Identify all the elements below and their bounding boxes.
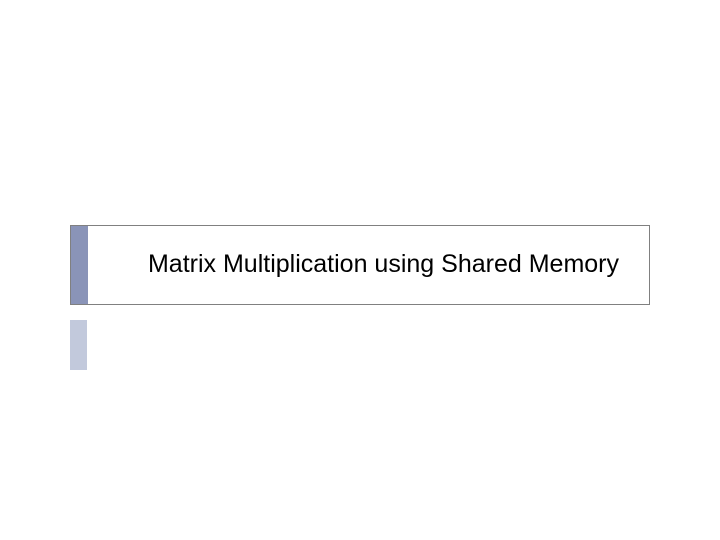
title-text-wrap: Matrix Multiplication using Shared Memor… xyxy=(88,226,649,304)
slide-title: Matrix Multiplication using Shared Memor… xyxy=(148,249,619,280)
title-accent-bar xyxy=(71,226,88,304)
slide-title-block: Matrix Multiplication using Shared Memor… xyxy=(70,225,650,305)
subtitle-accent-bar xyxy=(70,320,87,370)
slide-subtitle-block xyxy=(70,320,650,370)
